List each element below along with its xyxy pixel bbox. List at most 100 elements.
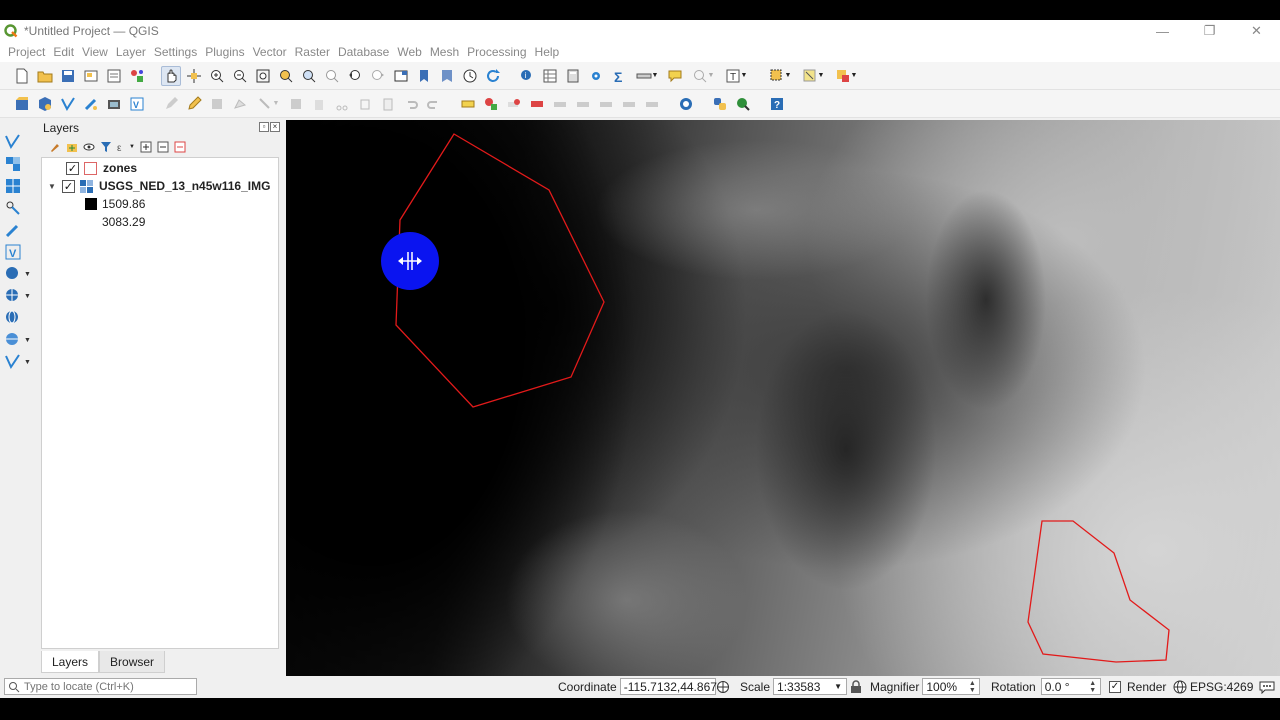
move-label-button[interactable]: [596, 94, 616, 114]
menu-view[interactable]: View: [78, 45, 112, 59]
deselect-dropdown[interactable]: ▼: [831, 66, 861, 86]
menu-web[interactable]: Web: [393, 45, 425, 59]
layer-diagram-button[interactable]: [481, 94, 501, 114]
zoom-full-button[interactable]: [253, 66, 273, 86]
zone-polygon-2[interactable]: [1027, 520, 1170, 663]
toggle-label-display-button[interactable]: [527, 94, 547, 114]
add-spatialite-button[interactable]: [4, 220, 34, 240]
temporal-controller-button[interactable]: [460, 66, 480, 86]
new-bookmark-button[interactable]: [414, 66, 434, 86]
redo-button[interactable]: [424, 94, 444, 114]
show-hide-labels-button[interactable]: [573, 94, 593, 114]
pan-to-selection-button[interactable]: [184, 66, 204, 86]
measure-dropdown[interactable]: ▼: [632, 66, 662, 86]
magnifier-spinbox[interactable]: 100% ▲ ▼: [922, 678, 981, 695]
new-map-view-button[interactable]: [391, 66, 411, 86]
layer-visibility-checkbox[interactable]: ✓: [66, 161, 79, 175]
vertex-tool-dropdown[interactable]: ▼: [253, 94, 283, 114]
menu-layer[interactable]: Layer: [112, 45, 150, 59]
layer-row-dem[interactable]: ▼ ✓ USGS_NED_13_n45w116_IMG: [42, 177, 278, 195]
undo-button[interactable]: [401, 94, 421, 114]
add-mesh-layer-button[interactable]: [4, 176, 34, 196]
lock-scale-button[interactable]: [850, 678, 862, 695]
layer-row-zones[interactable]: ✓ zones: [42, 159, 278, 177]
open-layer-styling-button[interactable]: [48, 140, 62, 154]
toggle-extents-button[interactable]: [716, 678, 730, 695]
add-raster-layer-button[interactable]: [4, 154, 34, 174]
rotation-spinbox[interactable]: 0.0 ° ▲ ▼: [1040, 678, 1101, 695]
menu-mesh[interactable]: Mesh: [426, 45, 463, 59]
menu-edit[interactable]: Edit: [49, 45, 78, 59]
field-calculator-button[interactable]: [563, 66, 583, 86]
pin-labels-button[interactable]: [550, 94, 570, 114]
style-manager-button[interactable]: [127, 66, 147, 86]
minimize-button[interactable]: —: [1139, 20, 1186, 42]
new-geopackage-layer-button[interactable]: [35, 94, 55, 114]
new-shapefile-layer-button[interactable]: [58, 94, 78, 114]
panel-float-button[interactable]: ▫: [259, 122, 269, 132]
new-print-layout-button[interactable]: [81, 66, 101, 86]
tab-layers[interactable]: Layers: [41, 651, 100, 673]
cut-features-button[interactable]: [332, 94, 352, 114]
pan-map-button[interactable]: [161, 65, 181, 86]
menu-raster[interactable]: Raster: [291, 45, 334, 59]
python-console-button[interactable]: [710, 94, 730, 114]
new-temporary-layer-button[interactable]: V: [127, 94, 147, 114]
add-group-button[interactable]: [65, 140, 79, 154]
paste-features-button[interactable]: [378, 94, 398, 114]
locator-input[interactable]: [24, 680, 194, 693]
layer-visibility-checkbox[interactable]: ✓: [62, 179, 75, 193]
close-button[interactable]: ✕: [1233, 20, 1280, 42]
add-delimited-text-button[interactable]: [4, 198, 34, 218]
expand-all-button[interactable]: [139, 140, 153, 154]
menu-processing[interactable]: Processing: [463, 45, 530, 59]
plugin-manager-button[interactable]: [733, 94, 753, 114]
copy-features-button[interactable]: [355, 94, 375, 114]
layer-labeling-button[interactable]: [458, 94, 478, 114]
zoom-native-button[interactable]: [322, 66, 342, 86]
attribute-table-button[interactable]: [540, 66, 560, 86]
save-edits-button[interactable]: [207, 94, 227, 114]
digitize-button[interactable]: [161, 94, 181, 114]
messages-button[interactable]: [1259, 678, 1275, 695]
processing-toolbox-button[interactable]: [586, 66, 606, 86]
add-wcs-layer-button[interactable]: [4, 308, 34, 328]
metasearch-button[interactable]: [676, 94, 696, 114]
new-virtual-layer-button[interactable]: [104, 94, 124, 114]
add-virtual-layer-button[interactable]: V: [4, 242, 34, 262]
filter-by-expression-dropdown[interactable]: ε ▼: [116, 140, 136, 154]
add-wms-layer-button[interactable]: ▼: [4, 264, 34, 284]
show-bookmarks-button[interactable]: [437, 66, 457, 86]
text-annotation-dropdown[interactable]: T ▼: [721, 66, 751, 86]
tab-browser[interactable]: Browser: [99, 651, 166, 673]
expand-arrow-icon[interactable]: ▼: [48, 182, 58, 191]
filter-legend-button[interactable]: [99, 140, 113, 154]
menu-vector[interactable]: Vector: [249, 45, 291, 59]
zoom-last-button[interactable]: [345, 66, 365, 86]
zoom-next-button[interactable]: [368, 66, 388, 86]
new-spatialite-layer-button[interactable]: [81, 94, 101, 114]
remove-layer-button[interactable]: [173, 140, 187, 154]
manage-map-themes-button[interactable]: [82, 140, 96, 154]
coordinate-field[interactable]: -115.7132,44.8674: [619, 678, 724, 695]
data-source-manager-button[interactable]: [12, 94, 32, 114]
add-feature-button[interactable]: [230, 94, 250, 114]
refresh-button[interactable]: [483, 66, 503, 86]
menu-project[interactable]: Project: [4, 45, 49, 59]
restore-button[interactable]: ❐: [1186, 20, 1233, 42]
render-checkbox[interactable]: ✓: [1109, 680, 1121, 693]
add-arcgis-layer-button[interactable]: ▼: [4, 330, 34, 350]
panel-close-button[interactable]: ×: [270, 122, 280, 132]
scale-combo[interactable]: 1:33583 ▼: [773, 678, 848, 695]
highlight-pinned-labels-button[interactable]: [504, 94, 524, 114]
statistical-summary-button[interactable]: Σ: [609, 66, 629, 86]
modify-attributes-button[interactable]: [286, 94, 306, 114]
select-by-value-dropdown[interactable]: ▼: [798, 66, 828, 86]
zoom-to-selection-button[interactable]: [276, 66, 296, 86]
save-project-button[interactable]: [58, 66, 78, 86]
locator-bar[interactable]: [4, 678, 197, 695]
map-canvas[interactable]: [286, 120, 1280, 676]
identify-features-button[interactable]: i: [517, 66, 537, 86]
change-label-button[interactable]: [642, 94, 662, 114]
new-layer-dropdown[interactable]: ▼: [4, 352, 34, 372]
